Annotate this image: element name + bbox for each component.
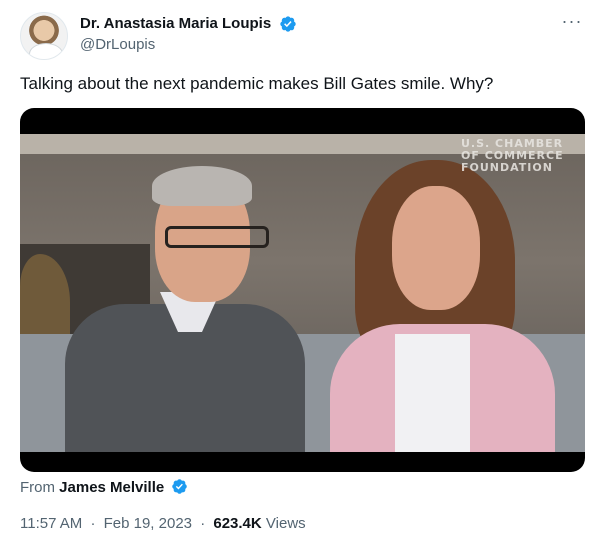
tweet-meta: 11:57 AM · Feb 19, 2023 · 623.4K Views xyxy=(20,514,306,534)
meta-separator: · xyxy=(90,515,96,532)
verified-badge-icon xyxy=(279,16,296,32)
views-count: 623.4K xyxy=(213,515,262,532)
watermark-line: FOUNDATION xyxy=(461,161,553,174)
avatar[interactable] xyxy=(20,12,68,60)
more-horizontal-icon[interactable]: ··· xyxy=(560,12,584,34)
author-names: Dr. Anastasia Maria Loupis @DrLoupis xyxy=(80,14,297,55)
woman-blouse xyxy=(395,334,470,452)
tweet-date[interactable]: Feb 19, 2023 xyxy=(104,515,192,532)
verified-badge-icon xyxy=(172,479,188,494)
views-label: Views xyxy=(265,515,306,532)
tweet-header: Dr. Anastasia Maria Loupis @DrLoupis ··· xyxy=(20,12,584,60)
video-watermark: U.S. CHAMBER OF COMMERCE FOUNDATION xyxy=(461,138,573,174)
media-attribution: From James Melville xyxy=(20,478,188,498)
man-hair xyxy=(152,166,252,206)
woman-head xyxy=(392,186,480,310)
video-frame: U.S. CHAMBER OF COMMERCE FOUNDATION xyxy=(20,134,585,452)
author-handle[interactable]: @DrLoupis xyxy=(80,35,297,55)
attribution-prefix: From xyxy=(20,479,55,496)
video-player[interactable]: U.S. CHAMBER OF COMMERCE FOUNDATION xyxy=(20,108,585,472)
attribution-name[interactable]: James Melville xyxy=(59,479,164,496)
tweet-text: Talking about the next pandemic makes Bi… xyxy=(20,74,494,93)
tweet-time[interactable]: 11:57 AM xyxy=(20,515,82,532)
meta-separator: · xyxy=(200,515,206,532)
avatar-coat xyxy=(29,43,63,59)
man-glasses xyxy=(165,226,269,248)
tweet-card: Dr. Anastasia Maria Loupis @DrLoupis ···… xyxy=(0,0,600,544)
author-display-name[interactable]: Dr. Anastasia Maria Loupis xyxy=(80,14,271,34)
